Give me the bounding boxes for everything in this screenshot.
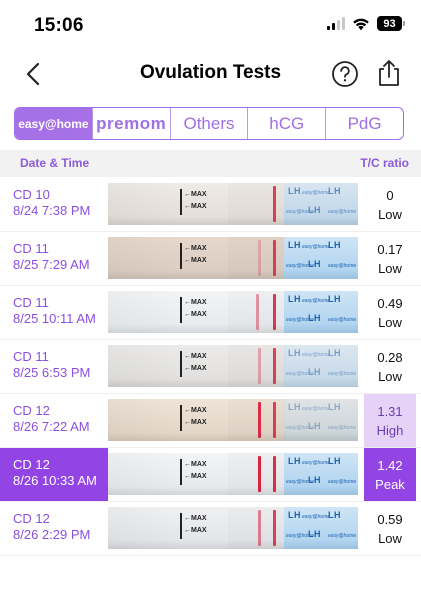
- row-date: CD 11 8/25 7:29 AM: [0, 232, 108, 285]
- tab-easyhome[interactable]: easy@home: [15, 108, 92, 139]
- max-mark: ←MAX: [184, 461, 207, 468]
- test-datetime: 8/25 10:11 AM: [13, 311, 96, 326]
- test-datetime: 8/26 10:33 AM: [13, 473, 97, 488]
- test-row[interactable]: CD 10 8/24 7:38 PM ←MAX ←MAX LH LH LH easy@home…: [0, 178, 421, 232]
- test-strip-photo[interactable]: ←MAX ←MAX LH LH LH easy@home easy@home easy@hom…: [108, 453, 358, 495]
- max-mark: ←MAX: [184, 407, 207, 414]
- ratio-level: Low: [378, 261, 402, 276]
- test-strip-photo[interactable]: ←MAX ←MAX LH LH LH easy@home easy@home easy@hom…: [108, 345, 358, 387]
- test-row[interactable]: CD 12 8/26 10:33 AM ←MAX ←MAX LH LH LH easy@hom…: [0, 448, 421, 502]
- tab-others[interactable]: Others: [169, 108, 248, 139]
- cycle-day: CD 12: [13, 403, 50, 418]
- ratio-value: 0.17: [377, 242, 403, 257]
- brand-tabs: easy@home premom Others hCG PdG: [14, 107, 404, 140]
- status-icons: 93: [327, 16, 405, 31]
- max-mark: ←MAX: [184, 515, 207, 522]
- max-mark: ←MAX: [184, 473, 207, 480]
- max-mark: ←MAX: [184, 191, 207, 198]
- premom-logo: premom: [96, 113, 167, 133]
- max-mark: ←MAX: [184, 245, 207, 252]
- test-datetime: 8/26 7:22 AM: [13, 419, 90, 434]
- test-strip-photo[interactable]: ←MAX ←MAX LH LH LH easy@home easy@home easy@hom…: [108, 291, 358, 333]
- cycle-day: CD 10: [13, 187, 50, 202]
- max-mark: ←MAX: [184, 203, 207, 210]
- tc-ratio: 0.59 Low: [364, 502, 416, 555]
- test-row[interactable]: CD 11 8/25 10:11 AM ←MAX ←MAX LH LH LH easy@hom…: [0, 286, 421, 340]
- question-circle-icon: [332, 61, 358, 87]
- ratio-value: 0: [386, 188, 394, 203]
- test-row[interactable]: CD 12 8/26 7:22 AM ←MAX ←MAX LH LH LH easy@home…: [0, 394, 421, 448]
- row-date: CD 12 8/26 2:29 PM: [0, 502, 108, 555]
- ratio-value: 0.28: [377, 350, 403, 365]
- cycle-day: CD 12: [13, 457, 50, 472]
- row-date: CD 12 8/26 7:22 AM: [0, 394, 108, 447]
- tc-ratio-header: T/C ratio: [360, 156, 409, 170]
- tc-ratio: 0.17 Low: [364, 232, 416, 285]
- ratio-level: Peak: [375, 477, 405, 492]
- table-header: Date & Time T/C ratio: [0, 150, 421, 177]
- tab-pdg[interactable]: PdG: [325, 108, 403, 139]
- wifi-icon: [353, 18, 369, 30]
- max-mark: ←MAX: [184, 365, 207, 372]
- date-time-header: Date & Time: [20, 156, 90, 170]
- ratio-level: Low: [378, 207, 402, 222]
- test-row[interactable]: CD 11 8/25 6:53 PM ←MAX ←MAX LH LH LH easy@home…: [0, 340, 421, 394]
- row-date: CD 11 8/25 10:11 AM: [0, 286, 108, 339]
- share-button[interactable]: [375, 58, 403, 88]
- tc-ratio: 0.49 Low: [364, 286, 416, 339]
- share-icon: [379, 60, 399, 86]
- chevron-left-icon: [26, 62, 40, 86]
- max-mark: ←MAX: [184, 353, 207, 360]
- test-datetime: 8/25 6:53 PM: [13, 365, 91, 380]
- back-button[interactable]: [20, 58, 46, 90]
- nav-bar: Ovulation Tests: [0, 50, 421, 98]
- easyhome-logo: easy@home: [18, 116, 89, 131]
- max-mark: ←MAX: [184, 419, 207, 426]
- test-strip-photo[interactable]: ←MAX ←MAX LH LH LH easy@home easy@home easy@hom…: [108, 399, 358, 441]
- cycle-day: CD 11: [13, 295, 49, 310]
- test-datetime: 8/24 7:38 PM: [13, 203, 91, 218]
- max-mark: ←MAX: [184, 527, 207, 534]
- tc-ratio: 1.31 High: [364, 394, 416, 447]
- ratio-level: Low: [378, 315, 402, 330]
- test-datetime: 8/25 7:29 AM: [13, 257, 90, 272]
- tc-ratio: 1.42 Peak: [364, 448, 416, 501]
- tc-ratio: 0.28 Low: [364, 340, 416, 393]
- signal-icon: [327, 17, 345, 30]
- cycle-day: CD 12: [13, 511, 50, 526]
- test-strip-photo[interactable]: ←MAX ←MAX LH LH LH easy@home easy@home easy@hom…: [108, 183, 358, 225]
- ratio-value: 0.59: [377, 512, 403, 527]
- max-mark: ←MAX: [184, 299, 207, 306]
- test-list: CD 10 8/24 7:38 PM ←MAX ←MAX LH LH LH easy@home…: [0, 178, 421, 556]
- status-time: 15:06: [34, 15, 84, 36]
- battery-icon: 93: [377, 16, 405, 31]
- max-mark: ←MAX: [184, 311, 207, 318]
- ratio-value: 1.42: [377, 458, 403, 473]
- row-date: CD 11 8/25 6:53 PM: [0, 340, 108, 393]
- cycle-day: CD 11: [13, 349, 49, 364]
- help-button[interactable]: [331, 60, 359, 88]
- test-strip-photo[interactable]: ←MAX ←MAX LH LH LH easy@home easy@home easy@hom…: [108, 237, 358, 279]
- ratio-value: 1.31: [377, 404, 403, 419]
- ratio-value: 0.49: [377, 296, 403, 311]
- tab-hcg[interactable]: hCG: [247, 108, 325, 139]
- ratio-level: High: [376, 423, 404, 438]
- row-date: CD 12 8/26 10:33 AM: [0, 448, 108, 501]
- ratio-level: Low: [378, 531, 402, 546]
- tab-premom[interactable]: premom: [91, 108, 170, 139]
- status-bar: 15:06 93: [0, 0, 421, 50]
- cycle-day: CD 11: [13, 241, 49, 256]
- battery-level: 93: [377, 16, 402, 31]
- tc-ratio: 0 Low: [364, 178, 416, 231]
- ratio-level: Low: [378, 369, 402, 384]
- test-datetime: 8/26 2:29 PM: [13, 527, 91, 542]
- row-date: CD 10 8/24 7:38 PM: [0, 178, 108, 231]
- test-strip-photo[interactable]: ←MAX ←MAX LH LH LH easy@home easy@home easy@hom…: [108, 507, 358, 549]
- test-row[interactable]: CD 12 8/26 2:29 PM ←MAX ←MAX LH LH LH easy@home…: [0, 502, 421, 556]
- test-row[interactable]: CD 11 8/25 7:29 AM ←MAX ←MAX LH LH LH easy@home…: [0, 232, 421, 286]
- max-mark: ←MAX: [184, 257, 207, 264]
